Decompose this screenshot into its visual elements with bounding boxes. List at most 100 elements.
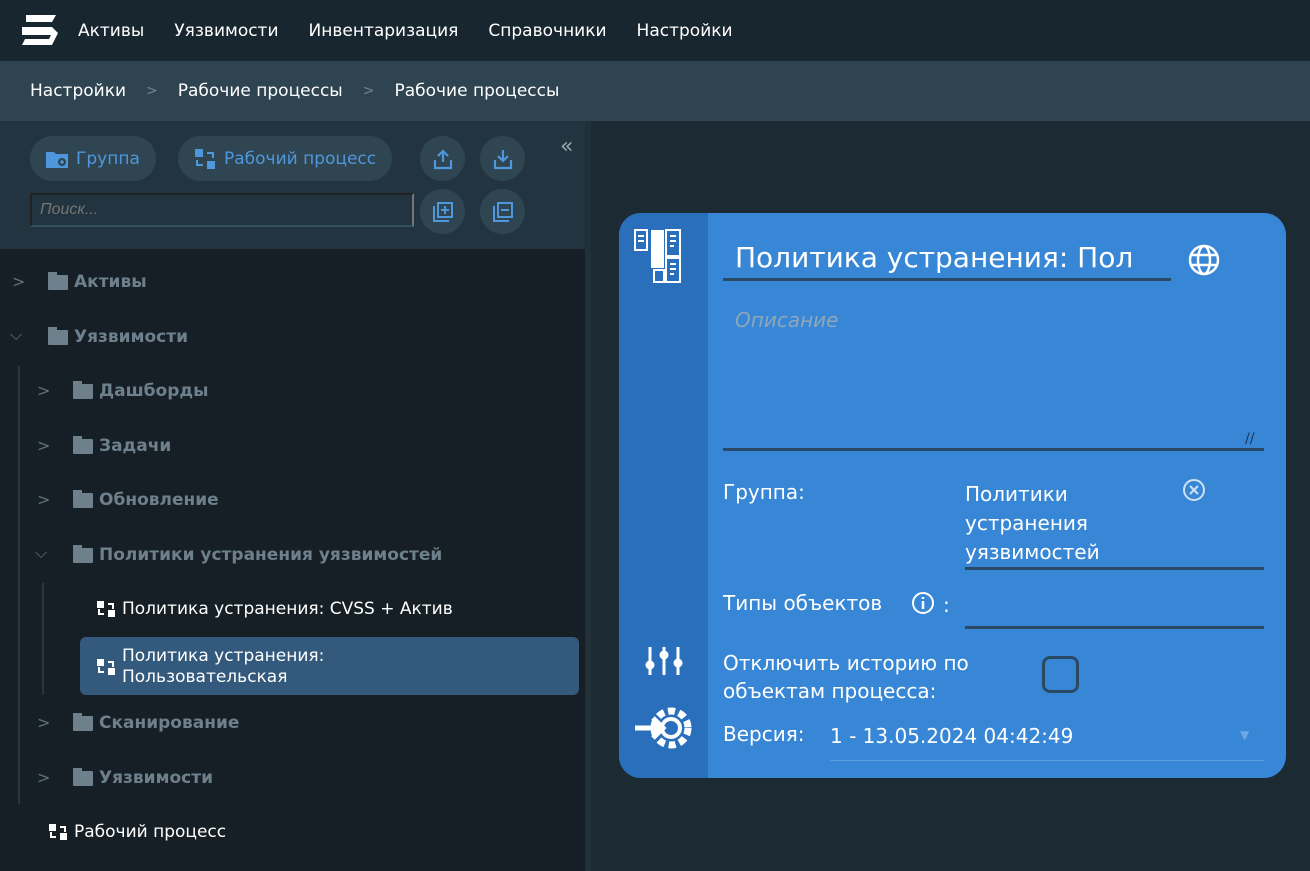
- tree-folder-vulnerabilities-sub[interactable]: Уязвимости: [73, 767, 213, 788]
- group-value-line: уязвимостей: [965, 540, 1100, 564]
- tree-item-policy-custom[interactable]: Политика устранения: Пользовательская: [96, 646, 324, 688]
- object-types-colon: :: [943, 593, 950, 617]
- info-icon[interactable]: [911, 591, 935, 615]
- folder-label: Задачи: [99, 436, 172, 456]
- chevron-right-icon[interactable]: >: [37, 436, 50, 455]
- folder-icon: [73, 544, 93, 563]
- export-button[interactable]: [420, 136, 465, 181]
- item-label: Рабочий процесс: [74, 822, 227, 842]
- tree-folder-tasks[interactable]: Задачи: [73, 435, 172, 456]
- tree-guide: [42, 583, 44, 695]
- group-value-line: Политики: [965, 482, 1068, 506]
- history-label-line: Отключить историю по: [723, 651, 969, 675]
- description-textarea[interactable]: Описание: [735, 308, 838, 332]
- folder-label: Сканирование: [99, 713, 240, 733]
- folder-label: Дашборды: [99, 381, 209, 401]
- download-icon: [493, 149, 512, 169]
- chevron-down-icon[interactable]: ⌵: [35, 543, 47, 563]
- app-logo[interactable]: [18, 13, 62, 49]
- chevron-right-icon[interactable]: >: [37, 381, 50, 400]
- chevron-right-icon[interactable]: >: [37, 768, 50, 787]
- upload-icon: [433, 148, 452, 169]
- chevron-down-icon[interactable]: ⌵: [10, 325, 22, 345]
- nav-vulnerabilities[interactable]: Уязвимости: [174, 21, 278, 41]
- version-select[interactable]: 1 - 13.05.2024 04:42:49: [830, 724, 1073, 748]
- group-underline: [965, 567, 1264, 570]
- tree-folder-scanning[interactable]: Сканирование: [73, 712, 240, 733]
- tree-folder-assets[interactable]: Активы: [48, 271, 147, 292]
- board-icon[interactable]: [634, 228, 692, 284]
- folder-label: Политики устранения уязвимостей: [99, 545, 443, 565]
- collapse-sidebar-icon[interactable]: «: [560, 134, 573, 159]
- version-underline: [830, 760, 1264, 761]
- top-navbar: Активы Уязвимости Инвентаризация Справоч…: [0, 0, 1310, 61]
- collapse-all-icon: [492, 201, 513, 222]
- clear-icon[interactable]: [1182, 478, 1206, 502]
- folder-icon: [73, 380, 93, 399]
- chevron-right-icon[interactable]: >: [37, 713, 50, 732]
- add-workflow-button[interactable]: Рабочий процесс: [178, 136, 393, 181]
- dropdown-arrow-icon[interactable]: ▼: [1240, 728, 1249, 742]
- group-select[interactable]: Политики устранения уязвимостей: [965, 480, 1100, 567]
- sliders-icon[interactable]: [644, 645, 684, 677]
- group-label: Группа:: [723, 480, 805, 504]
- item-label-line: Пользовательская: [122, 667, 288, 687]
- tree-folder-vulnerabilities[interactable]: Уязвимости: [48, 326, 188, 347]
- breadcrumb-workflows[interactable]: Рабочие процессы: [178, 81, 343, 101]
- folder-icon: [73, 489, 93, 508]
- object-types-input[interactable]: [965, 626, 1264, 629]
- breadcrumb: Настройки > Рабочие процессы > Рабочие п…: [0, 61, 1310, 121]
- chevron-right-icon[interactable]: >: [37, 490, 50, 509]
- object-types-label: Типы объектов: [723, 591, 883, 615]
- tree-folder-update[interactable]: Обновление: [73, 489, 219, 510]
- panel-resizer[interactable]: [585, 121, 591, 871]
- add-workflow-label: Рабочий процесс: [224, 148, 377, 169]
- add-group-button[interactable]: Группа: [30, 136, 156, 181]
- nav-settings[interactable]: Настройки: [637, 21, 733, 41]
- version-label: Версия:: [723, 722, 805, 746]
- workflow-icon: [97, 601, 115, 617]
- expand-all-icon: [432, 201, 453, 222]
- workflow-card: Политика устранения: Пол Описание // Гру…: [619, 213, 1286, 778]
- folder-icon: [73, 767, 93, 786]
- breadcrumb-settings[interactable]: Настройки: [30, 81, 126, 101]
- item-label: Политика устранения: CVSS + Актив: [122, 599, 453, 619]
- expand-all-button[interactable]: [420, 189, 465, 234]
- globe-icon[interactable]: [1187, 243, 1221, 277]
- disable-history-checkbox[interactable]: [1042, 656, 1079, 693]
- folder-label: Уязвимости: [99, 768, 213, 788]
- tree-folder-dashboards[interactable]: Дашборды: [73, 380, 209, 401]
- tree-folder-policies[interactable]: Политики устранения уязвимостей: [73, 544, 443, 565]
- nav-references[interactable]: Справочники: [488, 21, 606, 41]
- history-label: Отключить историю по объектам процесса:: [723, 649, 969, 705]
- folder-plus-icon: [46, 151, 68, 168]
- folder-icon: [73, 712, 93, 731]
- nav-assets[interactable]: Активы: [78, 21, 144, 41]
- chevron-right-icon: >: [362, 83, 375, 99]
- history-label-line: объектам процесса:: [723, 679, 937, 703]
- resize-handle-icon[interactable]: //: [1245, 431, 1254, 447]
- group-value-line: устранения: [965, 511, 1088, 535]
- folder-icon: [48, 271, 68, 290]
- folder-icon: [73, 435, 93, 454]
- gear-login-icon[interactable]: [633, 701, 695, 755]
- chevron-right-icon[interactable]: >: [12, 272, 25, 291]
- title-input[interactable]: Политика устранения: Пол: [735, 241, 1160, 274]
- workflow-icon: [97, 659, 115, 675]
- nav-inventory[interactable]: Инвентаризация: [309, 21, 459, 41]
- item-label-line: Политика устранения:: [122, 646, 325, 666]
- collapse-all-button[interactable]: [480, 189, 525, 234]
- workflow-icon: [49, 824, 67, 840]
- chevron-right-icon: >: [146, 83, 158, 99]
- import-button[interactable]: [480, 136, 525, 181]
- tree-guide: [18, 366, 20, 804]
- folder-icon: [48, 326, 68, 345]
- folder-label: Уязвимости: [74, 327, 188, 347]
- add-group-label: Группа: [76, 148, 140, 169]
- card-sidebar: [619, 213, 708, 778]
- folder-label: Активы: [74, 272, 147, 292]
- tree-item-policy-cvss[interactable]: Политика устранения: CVSS + Актив: [96, 599, 453, 619]
- tree-item-workflow[interactable]: Рабочий процесс: [48, 822, 226, 842]
- search-input[interactable]: [30, 193, 414, 227]
- breadcrumb-current: Рабочие процессы: [394, 81, 560, 101]
